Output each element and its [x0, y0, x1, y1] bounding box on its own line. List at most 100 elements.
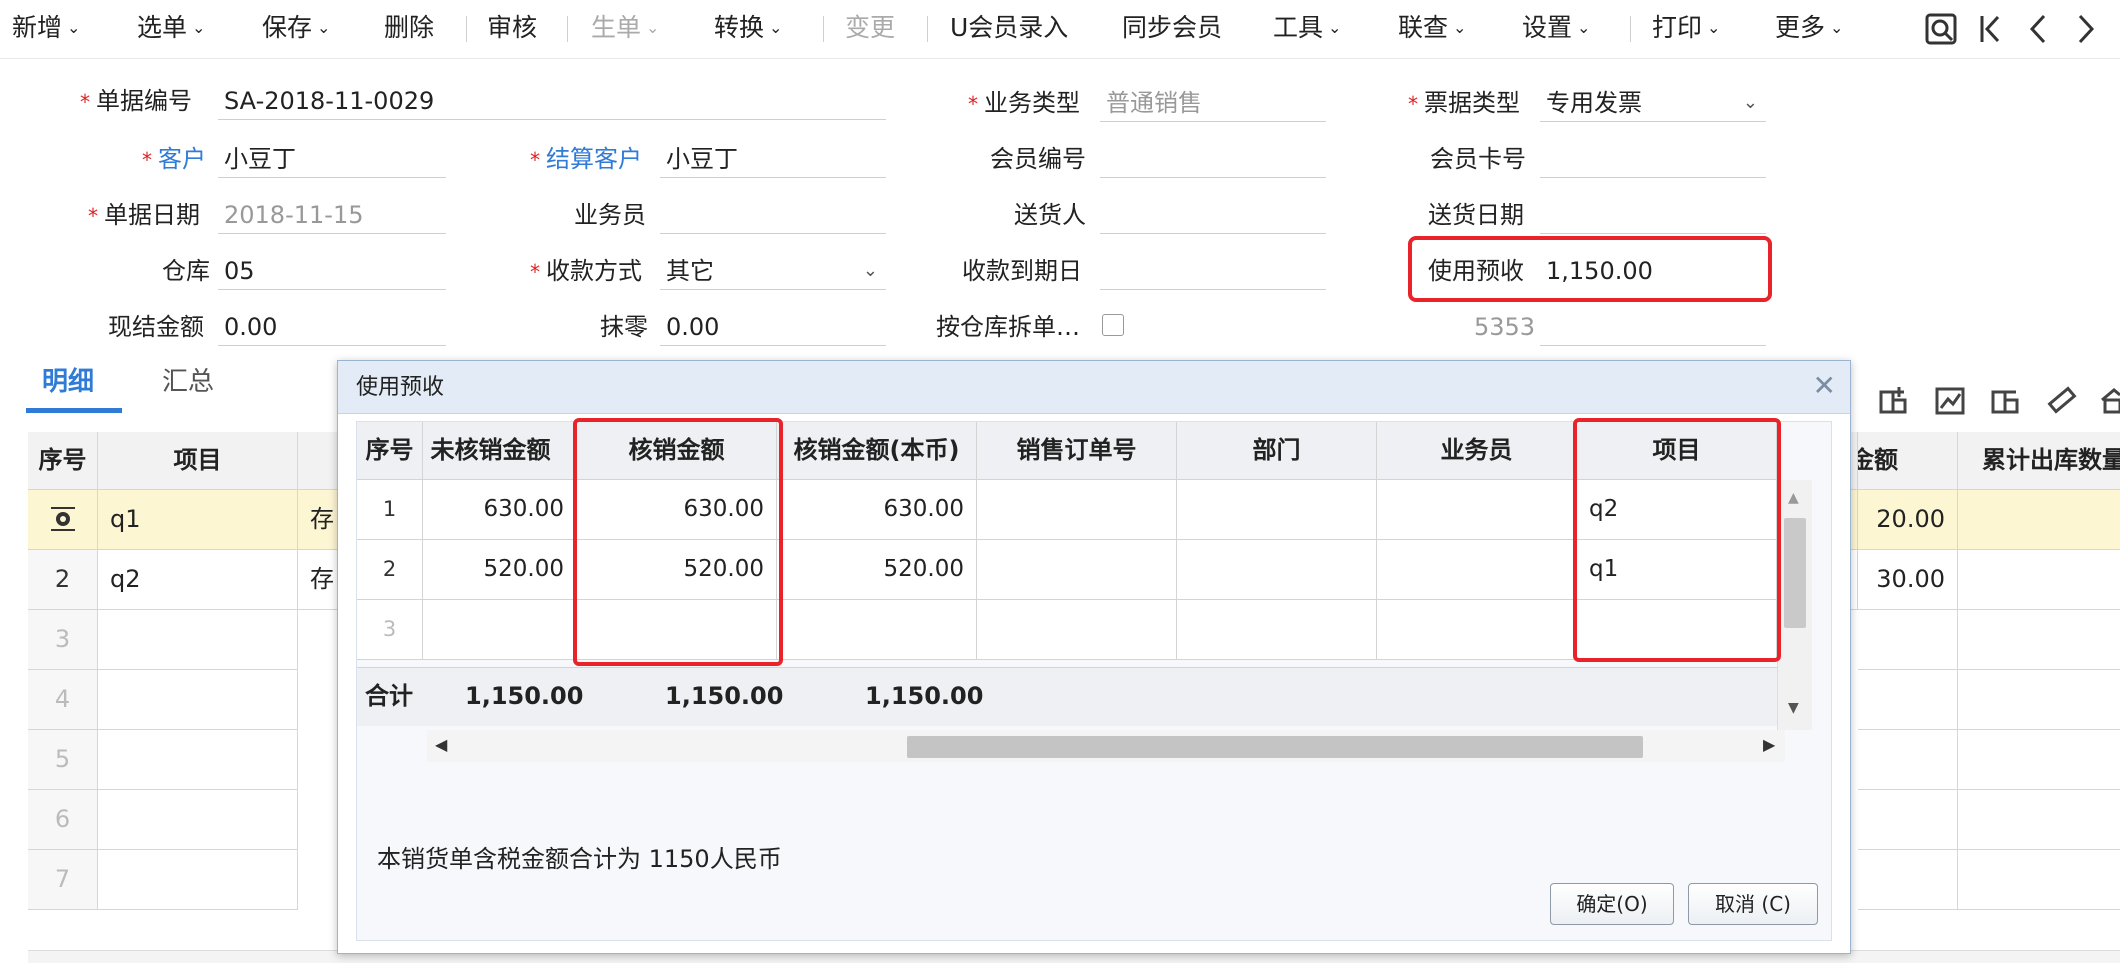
- row-4-item[interactable]: [98, 670, 298, 730]
- dlg-col-dept[interactable]: 部门: [1177, 422, 1377, 480]
- insert-row-icon[interactable]: [1878, 384, 1910, 416]
- dlg-row-1-seq[interactable]: 1: [357, 480, 423, 540]
- settings-menu[interactable]: 设置 ⌄: [1522, 10, 1590, 49]
- chart-icon[interactable]: [1934, 384, 1966, 416]
- dlg-col-salesperson[interactable]: 业务员: [1377, 422, 1577, 480]
- row-1-cum-out-qty[interactable]: [1958, 490, 2120, 550]
- convert-menu[interactable]: 转换 ⌄: [714, 10, 782, 49]
- dlg-row-2-salesperson[interactable]: [1377, 540, 1577, 600]
- doc-date-field[interactable]: 2018-11-15: [218, 196, 446, 234]
- row-3-seq[interactable]: 3: [28, 610, 98, 670]
- vertical-scrollbar[interactable]: ▲ ▼: [1777, 480, 1812, 730]
- linked-query-menu[interactable]: 联查 ⌄: [1398, 10, 1466, 49]
- dlg-row-3-so-no[interactable]: [977, 600, 1177, 660]
- col-header-seq[interactable]: 序号: [28, 432, 98, 490]
- delete-row-icon[interactable]: [1990, 384, 2022, 416]
- dlg-col-unverified[interactable]: 未核销金额: [423, 422, 577, 480]
- tab-detail[interactable]: 明细: [42, 362, 94, 402]
- horizontal-scrollbar[interactable]: ◀ ▶: [427, 730, 1785, 762]
- settle-customer-field[interactable]: 小豆丁: [660, 140, 886, 178]
- row-2-seq[interactable]: 2: [28, 550, 98, 610]
- dlg-row-2-dept[interactable]: [1177, 540, 1377, 600]
- customer-label[interactable]: * 客户: [142, 142, 206, 177]
- row-7-seq[interactable]: 7: [28, 850, 98, 910]
- row-6-seq[interactable]: 6: [28, 790, 98, 850]
- approve-button[interactable]: 审核: [487, 10, 537, 46]
- row-2-cum-out-qty[interactable]: [1958, 550, 2120, 610]
- cancel-button[interactable]: 取消 (C): [1688, 883, 1818, 925]
- generate-menu[interactable]: 生单 ⌄: [591, 10, 659, 49]
- customer-field[interactable]: 小豆丁: [218, 140, 446, 178]
- row-5-seq[interactable]: 5: [28, 730, 98, 790]
- col-header-amount[interactable]: 金额: [1858, 432, 1958, 490]
- dlg-row-3-salesperson[interactable]: [1377, 600, 1577, 660]
- row-3-item[interactable]: [98, 610, 298, 670]
- dlg-row-1-salesperson[interactable]: [1377, 480, 1577, 540]
- dlg-col-seq[interactable]: 序号: [357, 422, 423, 480]
- row-3-cum-out-qty[interactable]: [1958, 610, 2120, 670]
- row-1-item[interactable]: q1: [98, 490, 298, 550]
- scroll-up-icon[interactable]: ▲: [1788, 490, 1799, 506]
- dlg-row-2-so-no[interactable]: [977, 540, 1177, 600]
- tools-menu[interactable]: 工具 ⌄: [1273, 10, 1341, 49]
- row-4-amount[interactable]: [1858, 670, 1958, 730]
- dlg-row-1-dept[interactable]: [1177, 480, 1377, 540]
- payment-method-select[interactable]: 其它 ⌄: [660, 252, 886, 290]
- dlg-col-verified-local[interactable]: 核销金额(本币): [777, 422, 977, 480]
- row-7-cum-out-qty[interactable]: [1958, 850, 2120, 910]
- select-menu[interactable]: 选单 ⌄: [137, 10, 205, 49]
- dlg-row-1-unverified[interactable]: 630.00: [423, 480, 577, 540]
- dlg-row-2-unverified[interactable]: 520.00: [423, 540, 577, 600]
- new-menu[interactable]: 新增 ⌄: [12, 10, 80, 49]
- print-menu[interactable]: 打印 ⌄: [1652, 10, 1720, 49]
- dlg-row-3-seq[interactable]: 3: [357, 600, 423, 660]
- save-menu[interactable]: 保存 ⌄: [262, 10, 330, 49]
- change-button[interactable]: 变更: [845, 10, 895, 46]
- row-5-item[interactable]: [98, 730, 298, 790]
- home-icon[interactable]: [2100, 384, 2120, 416]
- salesperson-field[interactable]: [660, 196, 886, 234]
- row-1-amount[interactable]: 20.00: [1858, 490, 1958, 550]
- row-7-item[interactable]: [98, 850, 298, 910]
- row-6-item[interactable]: [98, 790, 298, 850]
- close-icon[interactable]: ✕: [1813, 369, 1836, 403]
- deliverer-field[interactable]: [1100, 196, 1326, 234]
- row-4-cum-out-qty[interactable]: [1958, 670, 2120, 730]
- invoice-type-select[interactable]: 专用发票 ⌄: [1540, 84, 1766, 122]
- u-member-entry-button[interactable]: U会员录入: [950, 10, 1068, 46]
- dlg-row-2-verified-local[interactable]: 520.00: [777, 540, 977, 600]
- due-date-field[interactable]: [1100, 252, 1326, 290]
- row-2-item[interactable]: q2: [98, 550, 298, 610]
- scroll-down-icon[interactable]: ▼: [1788, 700, 1799, 716]
- split-by-warehouse-checkbox[interactable]: [1102, 314, 1124, 336]
- col-header-cum-out-qty[interactable]: 累计出库数量: [1958, 432, 2120, 490]
- member-no-field[interactable]: [1100, 140, 1326, 178]
- row-3-amount[interactable]: [1858, 610, 1958, 670]
- dlg-col-so-no[interactable]: 销售订单号: [977, 422, 1177, 480]
- tab-summary[interactable]: 汇总: [162, 362, 214, 402]
- row-6-amount[interactable]: [1858, 790, 1958, 850]
- dlg-row-1-verified-local[interactable]: 630.00: [777, 480, 977, 540]
- settle-customer-label[interactable]: * 结算客户: [530, 142, 642, 177]
- sync-member-button[interactable]: 同步会员: [1122, 10, 1222, 46]
- row-5-amount[interactable]: [1858, 730, 1958, 790]
- locate-icon[interactable]: [1924, 12, 1958, 46]
- cash-amount-field[interactable]: 0.00: [218, 308, 446, 346]
- row-6-cum-out-qty[interactable]: [1958, 790, 2120, 850]
- row-7-amount[interactable]: [1858, 850, 1958, 910]
- row-2-amount[interactable]: 30.00: [1858, 550, 1958, 610]
- first-record-icon[interactable]: [1978, 12, 2004, 46]
- extra-code-field[interactable]: [1540, 308, 1766, 346]
- row-1-seq[interactable]: [28, 490, 98, 550]
- warehouse-field[interactable]: 05: [218, 252, 446, 290]
- ok-button[interactable]: 确定(O): [1550, 883, 1674, 925]
- row-5-cum-out-qty[interactable]: [1958, 730, 2120, 790]
- scroll-right-icon[interactable]: ▶: [1763, 735, 1775, 754]
- dlg-row-3-dept[interactable]: [1177, 600, 1377, 660]
- biz-type-field[interactable]: 普通销售: [1100, 84, 1326, 122]
- scroll-left-icon[interactable]: ◀: [435, 735, 447, 754]
- rounding-field[interactable]: 0.00: [660, 308, 886, 346]
- next-record-icon[interactable]: [2073, 12, 2099, 46]
- row-4-seq[interactable]: 4: [28, 670, 98, 730]
- previous-record-icon[interactable]: [2025, 12, 2051, 46]
